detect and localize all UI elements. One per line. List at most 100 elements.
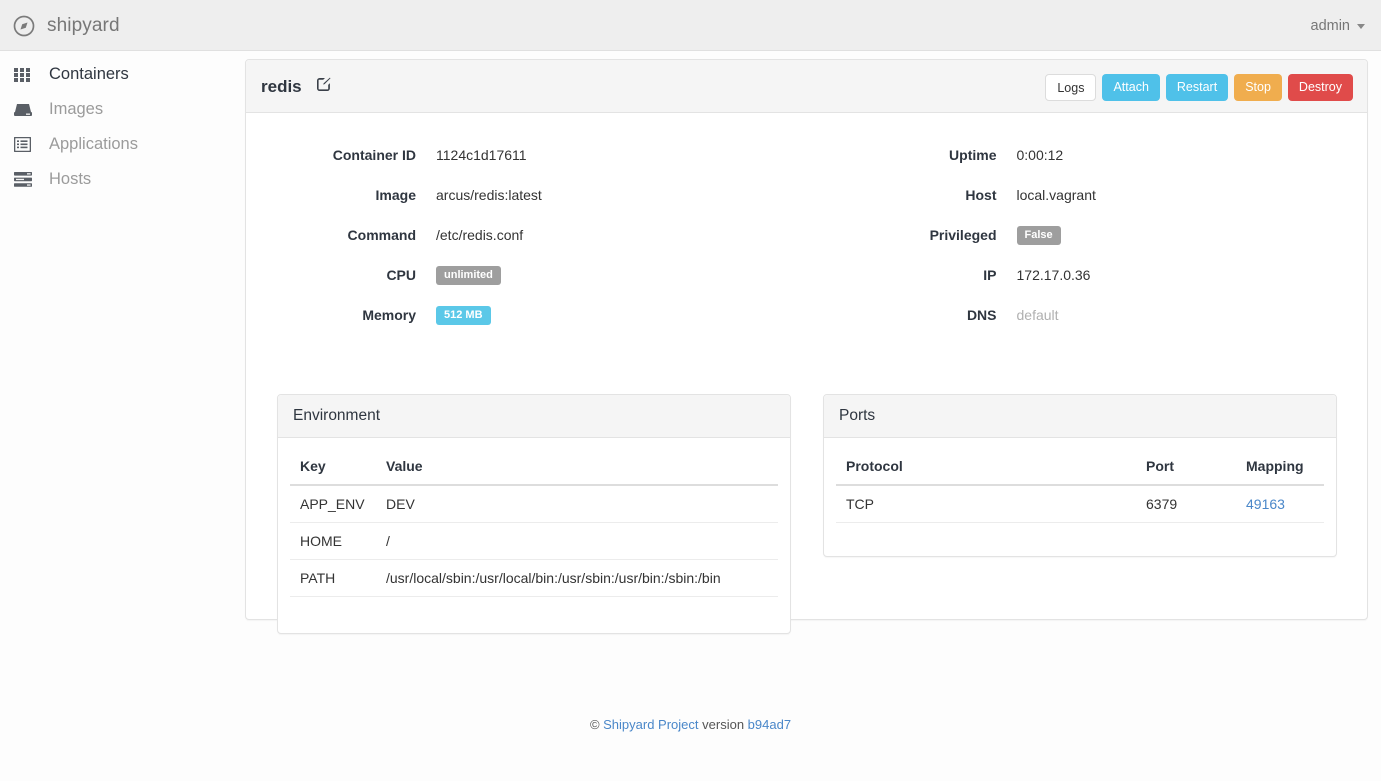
panel-body: Container ID 1124c1d17611 Image arcus/re…: [246, 113, 1368, 634]
caret-down-icon: [1357, 24, 1365, 29]
sidebar-item-label: Images: [49, 100, 104, 118]
sidebar-item-label: Hosts: [49, 170, 92, 188]
table-row: HOME /: [290, 522, 778, 560]
env-value-cell: /usr/local/sbin:/usr/local/bin:/usr/sbin…: [376, 559, 778, 597]
user-menu-label: admin: [1310, 17, 1351, 34]
footer-copyright: ©: [589, 717, 604, 732]
details-left-column: Container ID 1124c1d17611 Image arcus/re…: [246, 135, 807, 335]
panel-title-group: redis: [261, 60, 331, 113]
sidebar-item-applications[interactable]: Applications: [0, 127, 232, 162]
env-key-cell: PATH: [290, 559, 376, 597]
brand-text: shipyard: [47, 14, 120, 36]
footer-project-link[interactable]: Shipyard Project: [603, 717, 698, 732]
detail-label: IP: [983, 267, 997, 283]
detail-row-cpu: CPU unlimited: [246, 255, 807, 295]
table-header-row: Key Value: [290, 450, 778, 486]
stop-button[interactable]: Stop: [1234, 74, 1282, 101]
ports-col-port: Port: [1136, 450, 1236, 486]
detail-value-privileged: False: [1016, 225, 1061, 245]
hdd-icon: [14, 101, 36, 119]
details-right-column: Uptime 0:00:12 Host local.vagrant Privil…: [807, 135, 1368, 335]
detail-row-image: Image arcus/redis:latest: [246, 175, 807, 215]
environment-panel: Environment Key Value APP_ENV DEV HOME /…: [277, 394, 791, 634]
server-icon: [14, 171, 36, 189]
sidebar-item-hosts[interactable]: Hosts: [0, 162, 232, 197]
sidebar-item-images[interactable]: Images: [0, 92, 232, 127]
table-header-row: Protocol Port Mapping: [836, 450, 1324, 486]
env-col-key: Key: [290, 450, 376, 486]
env-key-cell: HOME: [290, 522, 376, 560]
sidebar-item-label: Applications: [49, 135, 138, 153]
detail-row-ip: IP 172.17.0.36: [807, 255, 1368, 295]
sidebar-item-label: Containers: [49, 65, 129, 83]
user-menu[interactable]: admin: [1310, 0, 1365, 51]
ports-table: Protocol Port Mapping TCP 6379 49163: [836, 450, 1324, 523]
privileged-badge: False: [1016, 226, 1061, 245]
cpu-badge: unlimited: [436, 266, 501, 285]
destroy-button[interactable]: Destroy: [1287, 74, 1353, 101]
detail-row-dns: DNS default: [807, 295, 1368, 335]
environment-table: Key Value APP_ENV DEV HOME / PATH /usr/l…: [290, 450, 778, 597]
detail-label: Uptime: [949, 147, 997, 163]
brand-logo[interactable]: shipyard: [13, 0, 120, 51]
panel-header: redis Logs Attach Restart Stop Destroy: [246, 60, 1367, 113]
detail-row-memory: Memory 512 MB: [246, 295, 807, 335]
ports-mapping-link[interactable]: 49163: [1246, 496, 1285, 512]
ports-col-protocol: Protocol: [836, 450, 1136, 486]
detail-label: CPU: [386, 267, 416, 283]
detail-value-command: /etc/redis.conf: [436, 227, 524, 243]
edit-square-icon[interactable]: [316, 77, 331, 97]
env-value-cell: DEV: [376, 485, 778, 523]
logs-button[interactable]: Logs: [1045, 74, 1097, 101]
ports-port-cell: 6379: [1136, 485, 1236, 523]
detail-row-container-id: Container ID 1124c1d17611: [246, 135, 807, 175]
detail-label: Memory: [362, 307, 416, 323]
ports-col-mapping: Mapping: [1236, 450, 1324, 486]
ports-mapping-cell: 49163: [1236, 485, 1324, 523]
detail-value-image: arcus/redis:latest: [436, 187, 542, 203]
env-key-cell: APP_ENV: [290, 485, 376, 523]
table-row: TCP 6379 49163: [836, 485, 1324, 523]
ports-protocol-cell: TCP: [836, 485, 1136, 523]
environment-panel-title: Environment: [278, 395, 790, 438]
footer: © Shipyard Project version b94ad7: [0, 717, 1381, 732]
detail-row-command: Command /etc/redis.conf: [246, 215, 807, 255]
detail-row-host: Host local.vagrant: [807, 175, 1368, 215]
detail-label: Container ID: [332, 147, 416, 163]
detail-value-dns: default: [1016, 307, 1059, 323]
env-value-cell: /: [376, 522, 778, 560]
footer-version-link[interactable]: b94ad7: [748, 717, 791, 732]
list-alt-icon: [14, 136, 36, 154]
table-row: APP_ENV DEV: [290, 485, 778, 523]
container-actions: Logs Attach Restart Stop Destroy: [1045, 74, 1353, 101]
memory-badge: 512 MB: [436, 306, 491, 325]
detail-label: Image: [375, 187, 416, 203]
detail-value-host: local.vagrant: [1016, 187, 1096, 203]
sidebar-item-containers[interactable]: Containers: [0, 57, 232, 92]
detail-value-container-id: 1124c1d17611: [436, 147, 527, 163]
env-col-value: Value: [376, 450, 778, 486]
detail-value-ip: 172.17.0.36: [1016, 267, 1091, 283]
sidebar: Containers Images Applications Hosts: [0, 51, 232, 781]
detail-value-memory: 512 MB: [436, 305, 491, 325]
detail-row-uptime: Uptime 0:00:12: [807, 135, 1368, 175]
detail-value-uptime: 0:00:12: [1016, 147, 1064, 163]
detail-label: Privileged: [929, 227, 997, 243]
detail-label: DNS: [966, 307, 997, 323]
container-detail-panel: redis Logs Attach Restart Stop Destroy C…: [245, 59, 1368, 634]
sub-panels: Environment Key Value APP_ENV DEV HOME /…: [277, 394, 1337, 634]
ports-panel-title: Ports: [824, 395, 1336, 438]
top-navbar: shipyard admin: [0, 0, 1381, 51]
page-title: redis: [261, 76, 302, 96]
restart-button[interactable]: Restart: [1165, 74, 1229, 101]
ports-panel-body: Protocol Port Mapping TCP 6379 49163: [824, 438, 1336, 523]
footer-version-label: version: [698, 717, 748, 732]
attach-button[interactable]: Attach: [1102, 74, 1160, 101]
detail-value-cpu: unlimited: [436, 265, 501, 285]
detail-label: Host: [965, 187, 997, 203]
environment-panel-body: Key Value APP_ENV DEV HOME / PATH /usr/l…: [278, 438, 790, 597]
grid-icon: [14, 66, 36, 84]
compass-icon: [13, 15, 35, 37]
ports-panel: Ports Protocol Port Mapping TCP 6379 491…: [823, 394, 1337, 557]
detail-label: Command: [347, 227, 416, 243]
